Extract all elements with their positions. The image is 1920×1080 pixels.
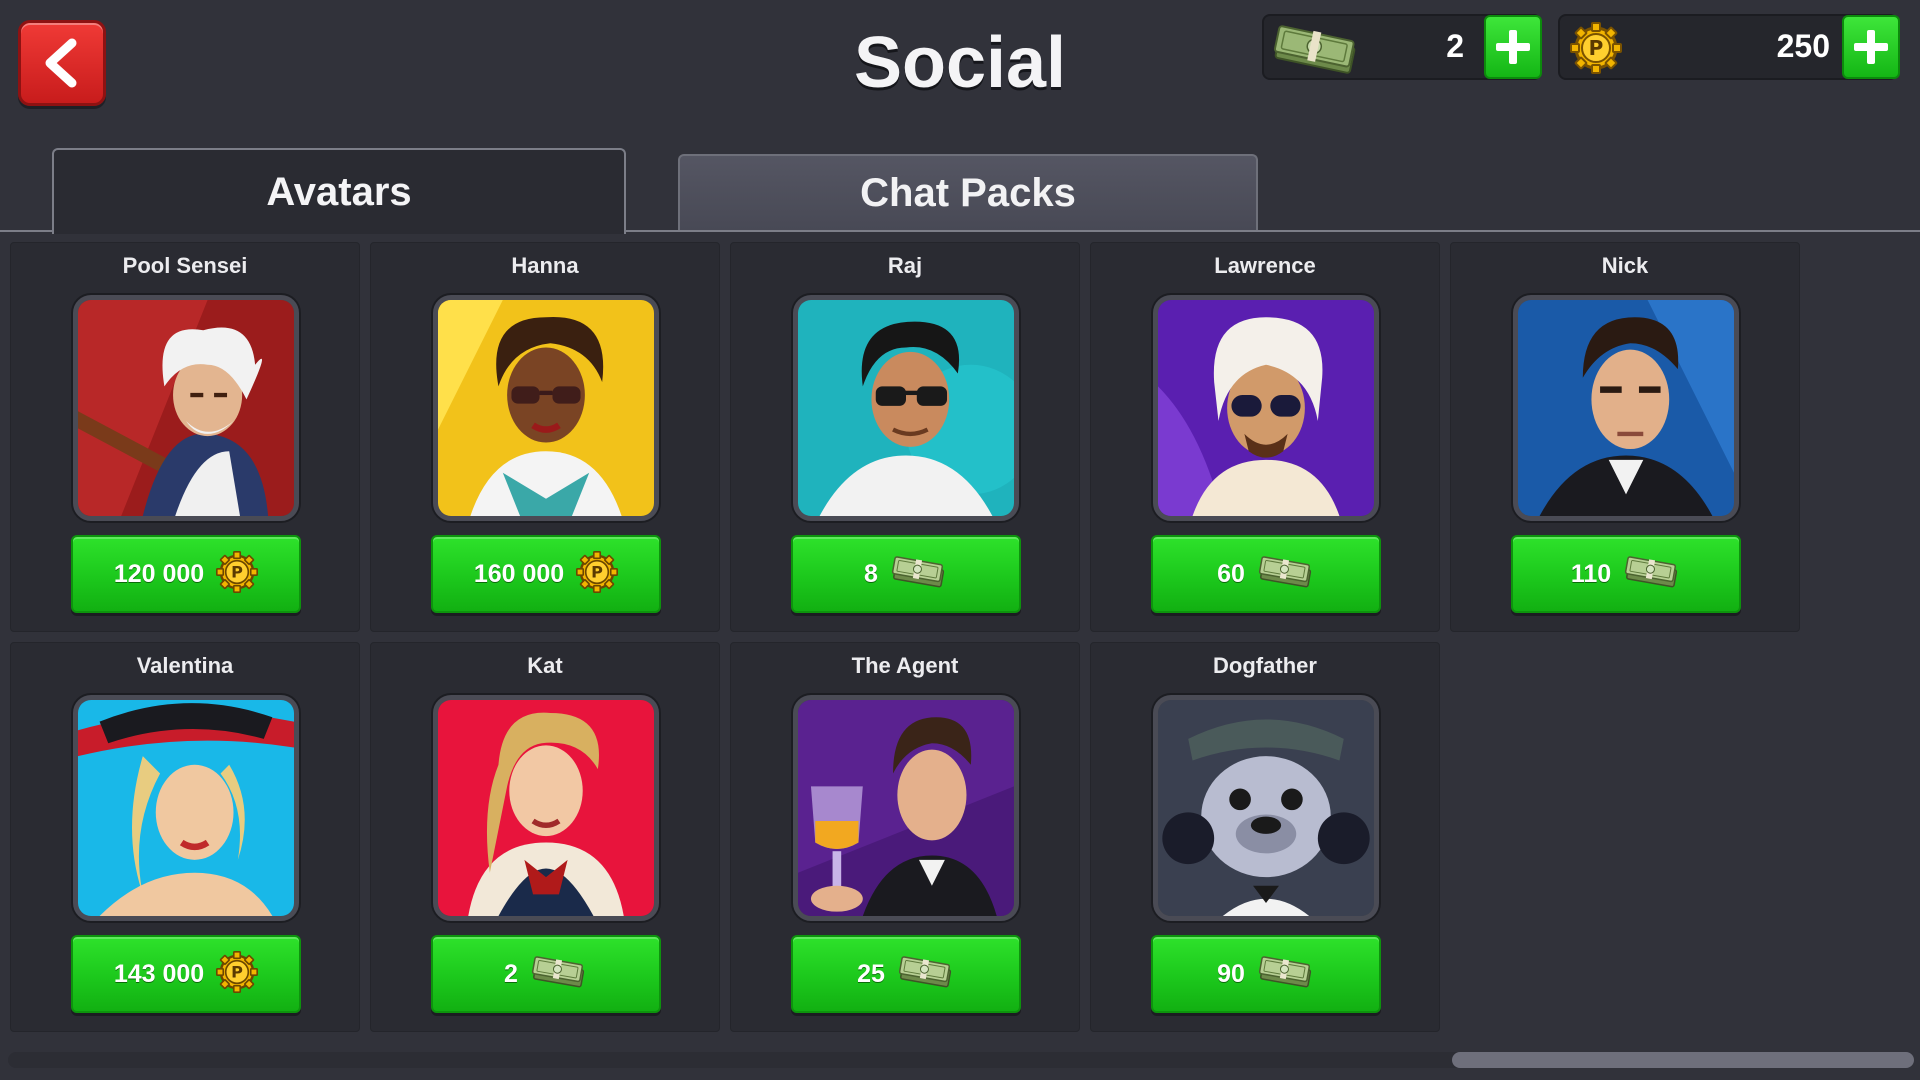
coin-icon: P (216, 950, 259, 998)
cash-icon (890, 553, 948, 596)
social-screen: Social 2 P 250 Avatars Chat Packs Pool S… (0, 0, 1920, 1080)
cash-icon (897, 953, 955, 996)
coin-icon: P (216, 550, 259, 598)
buy-avatar-button[interactable]: 25 (791, 935, 1021, 1013)
add-coins-button[interactable] (1842, 15, 1900, 79)
avatar-price: 143 000 (113, 959, 205, 988)
plus-icon (1496, 30, 1530, 64)
avatar-name: Lawrence (1214, 253, 1316, 278)
avatar-price: 120 000 (113, 559, 205, 588)
avatar-portrait[interactable] (1513, 295, 1739, 521)
cash-icon (530, 953, 588, 996)
avatar-price: 25 (857, 959, 885, 988)
avatar-card: Dogfather 90 (1090, 642, 1440, 1032)
avatar-portrait[interactable] (433, 695, 659, 921)
avatar-portrait[interactable] (793, 695, 1019, 921)
avatar-name: Valentina (136, 653, 234, 678)
avatar-name: Pool Sensei (122, 253, 248, 278)
svg-text:P: P (231, 962, 243, 981)
avatar-card: The Agent 25 (730, 642, 1080, 1032)
buy-avatar-button[interactable]: 110 (1511, 535, 1741, 613)
avatar-price: 160 000 (473, 559, 565, 588)
avatar-price: 2 (504, 959, 518, 988)
coin-icon: P (1570, 22, 1622, 74)
buy-avatar-button[interactable]: 8 (791, 535, 1021, 613)
avatar-portrait[interactable] (73, 295, 299, 521)
avatar-portrait[interactable] (1153, 295, 1379, 521)
coins-balance: P 250 (1558, 14, 1900, 80)
avatar-name: Hanna (511, 253, 579, 278)
svg-text:P: P (591, 562, 603, 581)
cash-balance: 2 (1262, 14, 1542, 80)
cash-icon (1257, 953, 1315, 996)
buy-avatar-button[interactable]: 160 000 P (431, 535, 661, 613)
avatar-card: Lawrence 60 (1090, 242, 1440, 632)
cash-icon (1623, 553, 1681, 596)
add-cash-button[interactable] (1484, 15, 1542, 79)
cash-icon (1257, 553, 1315, 596)
buy-avatar-button[interactable]: 60 (1151, 535, 1381, 613)
avatar-price: 110 (1570, 559, 1612, 588)
cash-icon (1273, 25, 1356, 74)
avatar-card: Nick 110 (1450, 242, 1800, 632)
buy-avatar-button[interactable]: 120 000 P (71, 535, 301, 613)
avatar-price: 60 (1217, 559, 1245, 588)
buy-avatar-button[interactable]: 90 (1151, 935, 1381, 1013)
avatar-price: 8 (864, 559, 878, 588)
avatar-card: Hanna 160 000 P (370, 242, 720, 632)
avatar-card: Kat 2 (370, 642, 720, 1032)
svg-text:P: P (231, 562, 243, 581)
avatar-portrait[interactable] (73, 695, 299, 921)
cash-amount: 2 (1446, 28, 1464, 64)
plus-icon (1854, 30, 1888, 64)
avatar-card: Pool Sensei 120 000 P (10, 242, 360, 632)
avatar-name: Raj (887, 253, 923, 278)
coin-icon: P (576, 550, 619, 598)
horizontal-scrollbar-thumb[interactable] (1452, 1052, 1914, 1068)
back-button[interactable] (18, 20, 106, 106)
avatar-portrait[interactable] (433, 295, 659, 521)
tab-chat-packs[interactable]: Chat Packs (678, 154, 1258, 230)
avatar-price: 90 (1217, 959, 1245, 988)
avatar-name: Kat (527, 653, 563, 678)
avatar-portrait[interactable] (793, 295, 1019, 521)
avatar-portrait[interactable] (1153, 695, 1379, 921)
avatar-card: Raj 8 (730, 242, 1080, 632)
chevron-left-icon (45, 38, 77, 88)
avatar-name: Nick (1601, 253, 1649, 278)
avatar-name: Dogfather (1213, 653, 1317, 678)
tab-avatars[interactable]: Avatars (52, 148, 626, 234)
buy-avatar-button[interactable]: 143 000 P (71, 935, 301, 1013)
buy-avatar-button[interactable]: 2 (431, 935, 661, 1013)
avatar-card: Valentina 143 000 P (10, 642, 360, 1032)
svg-text:P: P (1589, 36, 1604, 60)
coins-amount: 250 (1776, 28, 1830, 64)
avatar-name: The Agent (851, 653, 959, 678)
